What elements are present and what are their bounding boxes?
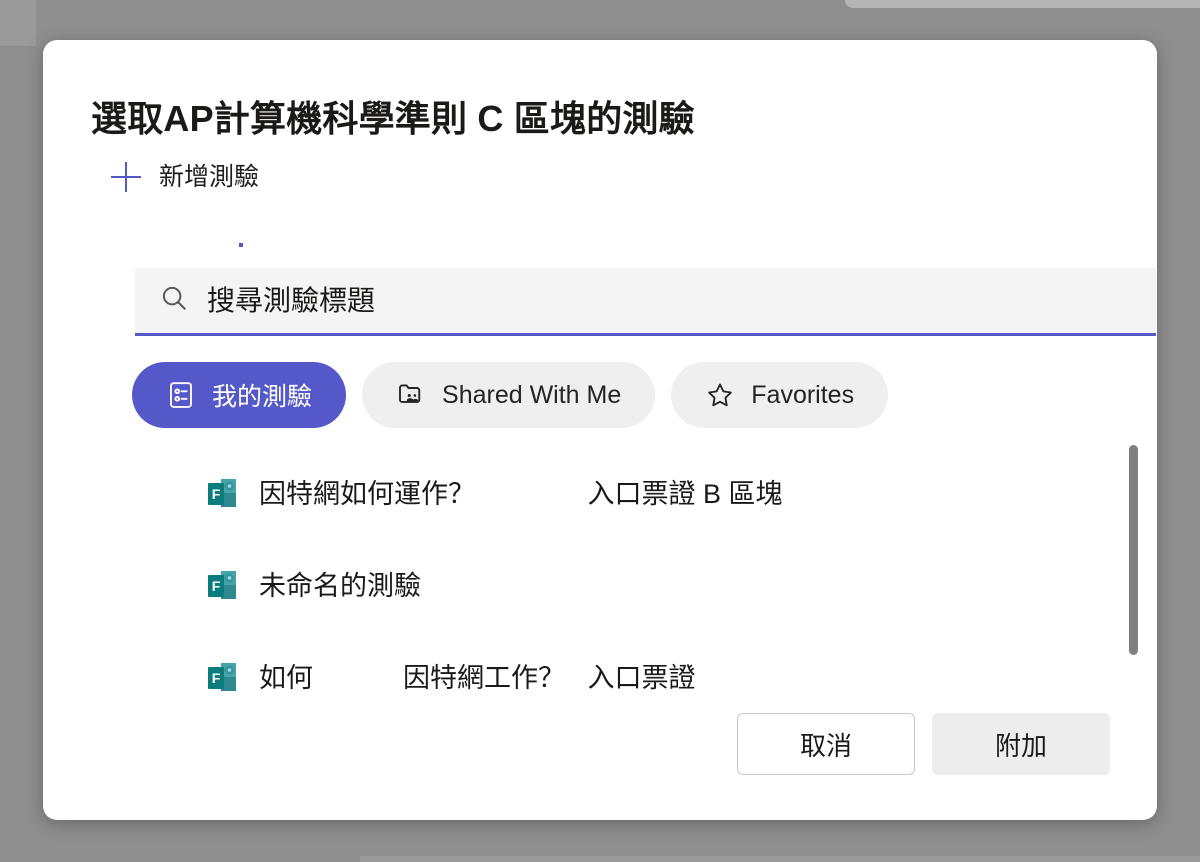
list-item[interactable]: F 如何 因特網工作？ 入口票證	[135, 632, 1156, 720]
cancel-button[interactable]: 取消	[737, 713, 915, 775]
svg-text:F: F	[212, 486, 221, 502]
tab-my-quizzes[interactable]: 我的測驗	[132, 362, 347, 428]
background-panel-top	[845, 0, 1200, 8]
select-quiz-dialog: 選取AP計算機科學準則 C 區塊的測驗 新增測驗 搜尋測驗標題 我的測驗 Sha…	[43, 40, 1157, 820]
list-item[interactable]: F 未命名的測驗	[135, 540, 1156, 632]
attach-button-label: 附加	[994, 730, 1047, 761]
svg-text:F: F	[212, 578, 221, 594]
tab-shared-with-me[interactable]: Shared With Me	[362, 362, 656, 428]
search-input[interactable]	[207, 268, 1055, 333]
microsoft-forms-icon: F	[207, 662, 237, 694]
quiz-list: F 因特網如何運作？ 入口票證 B 區塊 F 未命名的測驗 F 如何 因特網工作…	[135, 448, 1156, 720]
page-title: 選取AP計算機科學準則 C 區塊的測驗	[91, 98, 695, 139]
add-quiz-label: 新增測驗	[159, 162, 260, 191]
star-icon	[705, 380, 735, 410]
shared-folder-icon	[396, 380, 426, 410]
search-field[interactable]	[135, 268, 1156, 336]
add-quiz-focus-dot	[239, 243, 243, 247]
svg-text:F: F	[212, 670, 221, 686]
tab-favorites-label: Favorites	[751, 380, 855, 409]
tab-my-quizzes-label: 我的測驗	[212, 383, 313, 411]
background-panel-bottom	[360, 856, 1200, 862]
list-item[interactable]: F 因特網如何運作？ 入口票證 B 區塊	[135, 448, 1156, 540]
add-quiz-button[interactable]: 新增測驗	[111, 162, 259, 192]
list-item-title: 未命名的測驗	[259, 570, 421, 601]
dialog-footer: 取消 附加	[737, 713, 1110, 775]
microsoft-forms-icon: F	[207, 570, 237, 602]
tab-favorites[interactable]: Favorites	[671, 362, 889, 428]
plus-icon	[111, 162, 141, 192]
tab-shared-with-me-label: Shared With Me	[442, 380, 622, 409]
list-scrollbar[interactable]	[1129, 445, 1138, 655]
list-item-title: 因特網如何運作？ 入口票證 B 區塊	[259, 478, 783, 509]
cancel-button-label: 取消	[799, 730, 852, 761]
quiz-source-tabs: 我的測驗 Shared With Me Favorites	[132, 362, 889, 428]
attach-button[interactable]: 附加	[932, 713, 1110, 775]
search-icon	[159, 283, 189, 318]
background-panel-left	[0, 0, 36, 46]
list-item-title: 如何 因特網工作？ 入口票證	[259, 662, 696, 693]
microsoft-forms-icon: F	[207, 478, 237, 510]
forms-list-icon	[166, 380, 196, 410]
